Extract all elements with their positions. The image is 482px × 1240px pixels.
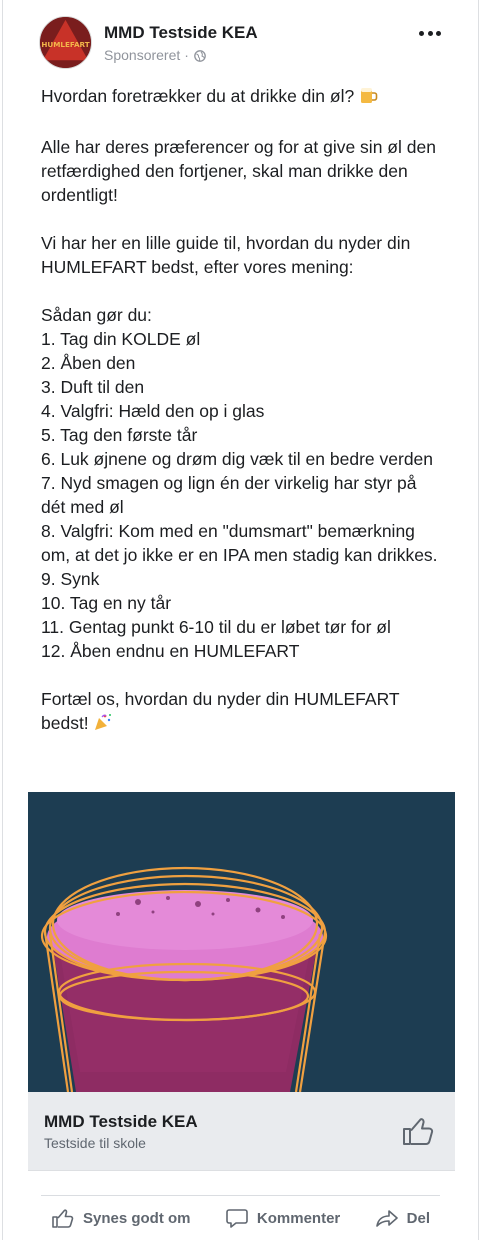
comment-icon — [226, 1209, 248, 1228]
page-name[interactable]: MMD Testside KEA — [104, 23, 258, 43]
thumbs-up-icon — [52, 1209, 74, 1228]
post-header: HUMLEFART MMD Testside KEA Sponsoreret · — [39, 14, 459, 70]
share-icon — [375, 1210, 398, 1227]
list-item: 2. Åben den — [41, 353, 136, 373]
link-preview[interactable]: MMD Testside KEA Testside til skole — [28, 1092, 455, 1171]
list-item: 5. Tag den første tår — [41, 425, 198, 445]
like-button[interactable]: Synes godt om — [41, 1206, 201, 1230]
avatar[interactable]: HUMLEFART — [39, 16, 92, 69]
action-bar: Synes godt om Kommenter Del — [41, 1200, 440, 1236]
list-item: 4. Valgfri: Hæld den op i glas — [41, 401, 265, 421]
sponsored-label[interactable]: Sponsoreret — [104, 47, 180, 63]
list-item: 9. Synk — [41, 569, 100, 589]
more-options-icon[interactable] — [419, 28, 441, 38]
beer-mug-icon — [358, 85, 378, 111]
humlefart-logo-icon: HUMLEFART — [40, 17, 91, 68]
list-item: 1. Tag din KOLDE øl — [41, 329, 201, 349]
share-label: Del — [406, 1209, 430, 1227]
link-title[interactable]: MMD Testside KEA — [44, 1112, 198, 1132]
beer-glass-illustration — [28, 792, 455, 1092]
list-item: 12. Åben endnu en HUMLEFART — [41, 641, 300, 661]
post-message: Hvordan foretrækker du at drikke din øl?… — [41, 84, 441, 738]
post-line: Alle har deres præferencer og for at giv… — [41, 137, 436, 205]
link-subtitle: Testside til skole — [44, 1135, 146, 1151]
list-item: 10. Tag en ny tår — [41, 593, 172, 613]
post-image[interactable] — [28, 792, 455, 1092]
comment-label: Kommenter — [256, 1209, 341, 1227]
post-card: HUMLEFART MMD Testside KEA Sponsoreret ·… — [2, 0, 479, 1240]
like-page-icon[interactable] — [401, 1114, 435, 1148]
list-item: 11. Gentag punkt 6-10 til du er løbet tø… — [41, 617, 391, 637]
post-line: Sådan gør du: — [41, 305, 152, 325]
party-popper-icon — [93, 712, 113, 738]
separator: · — [184, 47, 189, 63]
post-line: Vi har her en lille guide til, hvordan d… — [41, 233, 411, 277]
like-label: Synes godt om — [83, 1209, 191, 1227]
share-button[interactable]: Del — [365, 1206, 440, 1230]
globe-icon — [194, 49, 206, 62]
sponsored-row: Sponsoreret · — [104, 47, 206, 63]
list-item: 7. Nyd smagen og lign én der virkelig ha… — [41, 473, 417, 517]
list-item: 8. Valgfri: Kom med en "dumsmart" bemærk… — [41, 521, 438, 565]
svg-text:HUMLEFART: HUMLEFART — [41, 40, 89, 49]
comment-button[interactable]: Kommenter — [215, 1206, 350, 1230]
post-line: Hvordan foretrækker du at drikke din øl? — [41, 86, 355, 106]
divider — [41, 1195, 440, 1196]
list-item: 6. Luk øjnene og drøm dig væk til en bed… — [41, 449, 434, 469]
list-item: 3. Duft til den — [41, 377, 145, 397]
